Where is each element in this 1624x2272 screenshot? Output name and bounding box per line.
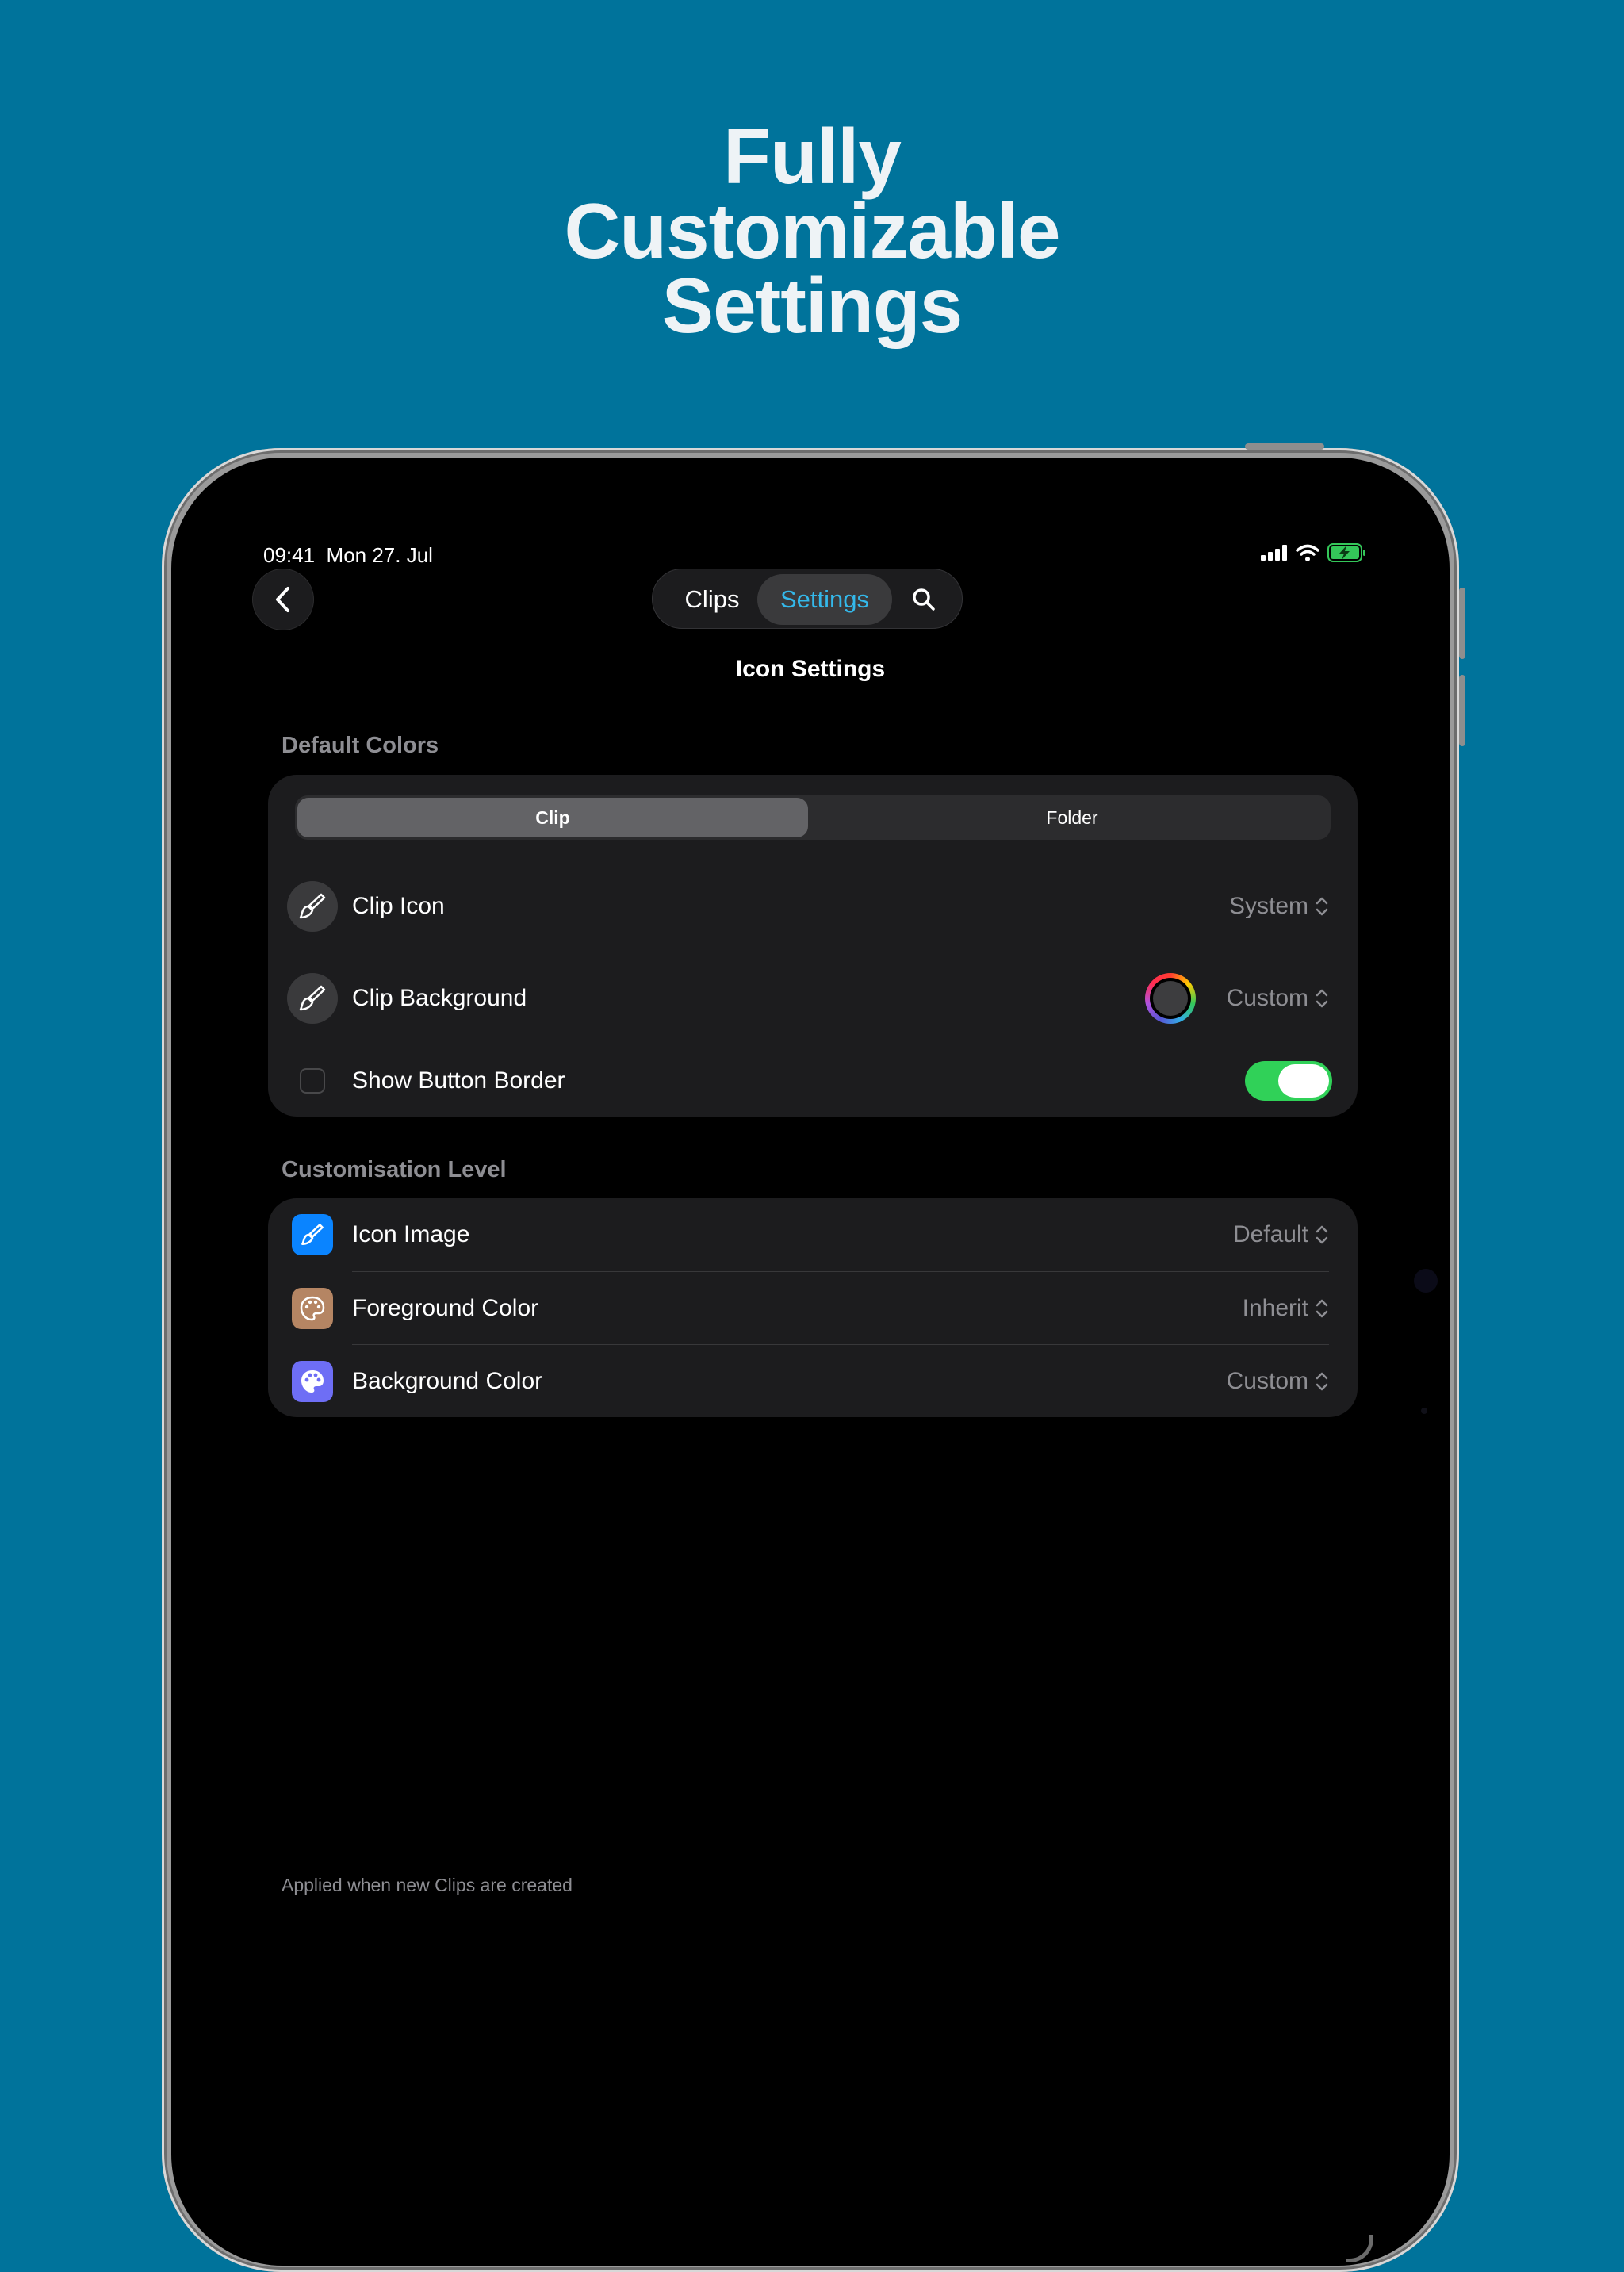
status-bar-left: 09:41 Mon 27. Jul [263,543,433,568]
color-well-button[interactable] [1145,972,1196,1024]
chevron-up-down-icon [1316,1225,1328,1244]
row-show-button-border: Show Button Border [268,1044,1358,1117]
chevron-up-down-icon [1316,989,1328,1007]
paintbrush-icon [287,880,338,932]
row-background-color[interactable]: Background Color Custom [268,1345,1358,1417]
ipad-frame: 09:41 Mon 27. Jul Clips Settings Icon Se… [162,443,1465,2272]
section-header-default-colors: Default Colors [282,733,439,758]
page-title: Icon Settings [735,656,886,682]
sensor-dot [1421,1408,1427,1414]
show-button-border-toggle[interactable] [1245,1060,1332,1101]
section-header-customisation-level: Customisation Level [282,1157,507,1182]
magnifying-glass-icon [913,588,935,611]
row-label: Icon Image [352,1221,470,1247]
customisation-level-group: Icon Image Default Foreground Color Inhe… [268,1198,1358,1417]
status-time: 09:41 [263,543,316,567]
paintbrush-icon [292,1214,333,1255]
palette-icon [292,1360,333,1402]
row-value: Default [1232,1221,1308,1247]
cellular-signal-icon [1261,545,1287,561]
headline-line-3: Settings [661,262,963,349]
color-well-swatch [1153,980,1188,1016]
top-button [1245,443,1324,450]
icon-image-value-menu[interactable]: Default [1233,1221,1329,1248]
row-clip-icon[interactable]: Clip Icon System [268,860,1358,952]
battery-charging-icon [1327,543,1365,562]
status-bar-right [1261,543,1367,562]
row-label: Background Color [352,1367,543,1394]
segment-folder[interactable]: Folder [818,798,1326,837]
clip-background-value-menu[interactable]: Custom [1227,985,1329,1012]
marketing-headline: Fully Customizable Settings [0,113,1624,349]
row-foreground-color[interactable]: Foreground Color Inherit [268,1272,1358,1344]
headline-line-2: Customizable [564,187,1060,274]
chevron-up-down-icon [1316,1299,1328,1317]
row-value: Inherit [1242,1294,1308,1321]
row-label: Clip Icon [352,892,445,919]
tab-settings[interactable]: Settings [757,574,892,625]
foreground-color-value-menu[interactable]: Inherit [1243,1295,1329,1322]
clip-folder-segmented-control: Clip Folder [295,795,1331,840]
section-footer-note: Applied when new Clips are created [282,1875,573,1895]
top-tab-bar: Clips Settings [652,569,963,629]
default-colors-group: Clip Folder Clip Icon System Clip Backgr… [268,775,1358,1117]
row-label: Clip Background [352,984,527,1011]
segment-clip[interactable]: Clip [297,798,808,837]
paintbrush-icon [287,972,338,1024]
volume-up-button [1459,588,1465,659]
tab-clips[interactable]: Clips [668,574,756,625]
chevron-up-down-icon [1316,897,1328,915]
row-label: Show Button Border [352,1067,565,1094]
corner-indicator [1346,2235,1373,2262]
chevron-left-icon [276,587,289,612]
wifi-icon [1296,544,1320,561]
palette-icon [292,1287,333,1329]
search-button[interactable] [898,574,949,625]
row-value: System [1228,892,1308,919]
row-value: Custom [1226,1367,1308,1394]
chevron-up-down-icon [1316,1372,1328,1390]
back-button[interactable] [252,569,314,630]
clip-icon-value-menu[interactable]: System [1229,893,1329,920]
headline-line-1: Fully [723,113,902,200]
background-color-value-menu[interactable]: Custom [1227,1368,1329,1395]
app-screen: 09:41 Mon 27. Jul Clips Settings Icon Se… [171,458,1450,2266]
row-value: Custom [1226,984,1308,1011]
toggle-knob [1278,1063,1329,1098]
status-date: Mon 27. Jul [326,543,433,567]
row-clip-background[interactable]: Clip Background Custom [268,952,1358,1044]
volume-down-button [1459,675,1465,746]
row-icon-image[interactable]: Icon Image Default [268,1198,1358,1271]
row-label: Foreground Color [352,1294,539,1321]
checkbox-icon [300,1067,325,1094]
camera-sensor-dot [1414,1269,1438,1293]
